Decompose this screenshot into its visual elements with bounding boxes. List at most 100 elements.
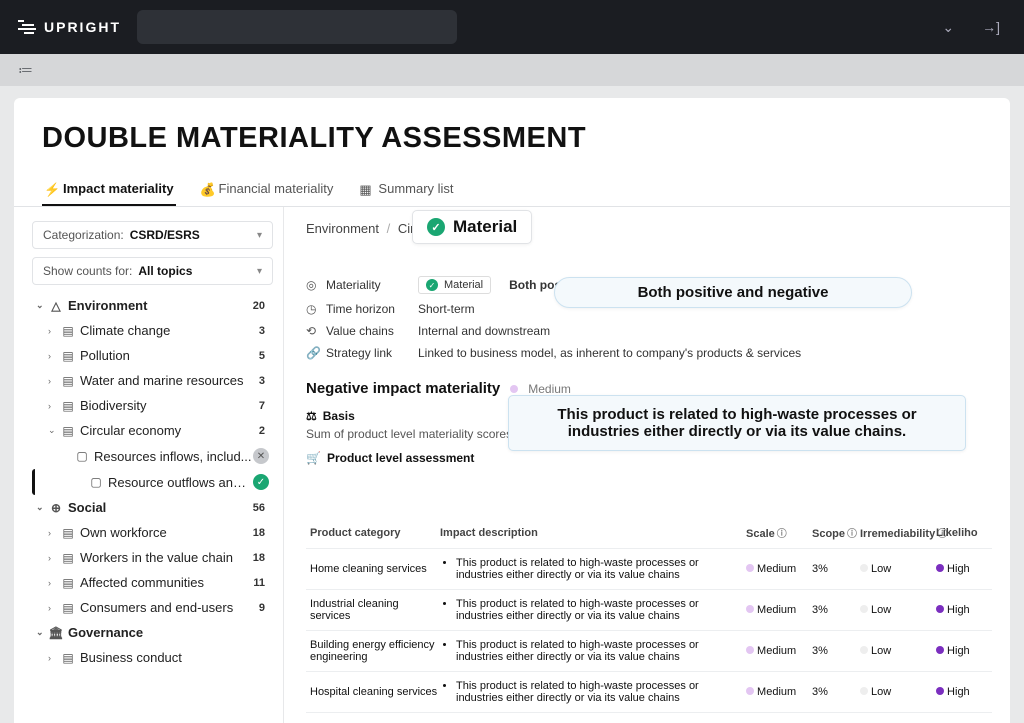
tab-impact-materiality[interactable]: ⚡ Impact materiality — [42, 173, 176, 206]
sidebar: Categorization: CSRD/ESRS ▾ Show counts … — [14, 207, 284, 723]
impact-table: Product category Impact description Scal… — [306, 517, 992, 713]
tree-item[interactable]: ⌄▤Circular economy2 — [32, 418, 273, 443]
meta-value-chains: ⟲Value chains Internal and downstream — [306, 320, 992, 342]
table-row[interactable]: Industrial cleaning servicesThis product… — [306, 590, 992, 631]
callout-material-label: Material — [453, 217, 517, 237]
tree-item[interactable]: ›▤Own workforce18 — [32, 520, 273, 545]
cart-icon: 🛒 — [306, 451, 321, 465]
link-icon: 🔗 — [306, 346, 320, 360]
tree-item[interactable]: ›▤Consumers and end-users9 — [32, 595, 273, 620]
material-pill: ✓Material — [418, 276, 491, 294]
neg-level: Medium — [528, 382, 571, 396]
col-header-description[interactable]: Impact description — [440, 527, 746, 539]
level-dot-icon — [860, 687, 868, 695]
doc-icon: ▤ — [60, 374, 76, 388]
meta-label: Strategy link — [326, 346, 392, 360]
col-header-scale[interactable]: Scale — [746, 528, 775, 540]
tree-item[interactable]: ›▤Pollution5 — [32, 343, 273, 368]
show-counts-value: All topics — [138, 264, 192, 278]
tree-count: 3 — [255, 375, 269, 387]
table-row[interactable]: Building energy efficiency engineeringTh… — [306, 631, 992, 672]
expand-icon[interactable]: › — [48, 603, 60, 613]
table-row[interactable]: Home cleaning servicesThis product is re… — [306, 549, 992, 590]
tree-item[interactable]: ›▤Business conduct — [32, 645, 273, 670]
info-icon[interactable]: ⓘ — [847, 529, 857, 540]
cell-category: Building energy efficiency engineering — [310, 639, 440, 663]
tree-label: Water and marine resources — [80, 373, 255, 388]
tree-item[interactable]: ▢Resource outflows and w...✓ — [32, 469, 273, 495]
tree-item[interactable]: ›▤Workers in the value chain18 — [32, 545, 273, 570]
table-row[interactable]: Hospital cleaning servicesThis product i… — [306, 672, 992, 713]
check-icon: ✓ — [427, 218, 445, 236]
cell-likelihood: High — [936, 645, 988, 657]
expand-icon[interactable]: ⌄ — [36, 502, 48, 513]
level-dot-icon — [936, 646, 944, 654]
doc-icon: ▤ — [60, 349, 76, 363]
tree-label: Resources inflows, includ... — [94, 449, 253, 464]
col-header-scope[interactable]: Scope — [812, 528, 845, 540]
login-icon[interactable]: →] — [976, 15, 1006, 39]
level-dot-icon — [746, 687, 754, 695]
page-icon: ▢ — [88, 475, 104, 489]
meta-strategy-link: 🔗Strategy link Linked to business model,… — [306, 342, 992, 364]
tree-item[interactable]: ⌄⊕Social56 — [32, 495, 273, 520]
level-dot-icon — [860, 646, 868, 654]
categorization-value: CSRD/ESRS — [130, 228, 200, 242]
expand-icon[interactable]: › — [48, 326, 60, 336]
col-header-likelihood[interactable]: Likeliho — [936, 527, 978, 539]
col-header-category[interactable]: Product category — [310, 527, 440, 539]
tree-count: 9 — [255, 602, 269, 614]
search-input[interactable] — [137, 10, 457, 44]
logo[interactable]: UPRIGHT — [18, 19, 121, 35]
breadcrumb-item[interactable]: Environment — [306, 221, 379, 236]
table-header: Product category Impact description Scal… — [306, 517, 992, 549]
meta-label: Time horizon — [326, 302, 395, 316]
tree-item[interactable]: ›▤ Water and marine resources3 — [32, 368, 273, 393]
globe-icon: ⊕ — [48, 501, 64, 515]
tab-label: Summary list — [378, 181, 453, 196]
cell-scope: 3% — [812, 645, 860, 657]
expand-icon[interactable]: › — [48, 553, 60, 563]
doc-icon: ▤ — [60, 399, 76, 413]
cell-likelihood: High — [936, 563, 988, 575]
expand-icon[interactable]: › — [48, 653, 60, 663]
expand-icon[interactable]: ⌄ — [48, 425, 60, 436]
list-icon[interactable]: ≔ — [18, 61, 33, 79]
cell-irremediability: Low — [860, 686, 936, 698]
expand-icon[interactable]: › — [48, 578, 60, 588]
tree-item[interactable]: ›▤Affected communities11 — [32, 570, 273, 595]
expand-icon[interactable]: › — [48, 401, 60, 411]
level-dot-icon — [746, 605, 754, 613]
tree-item[interactable]: ▢Resources inflows, includ...✕ — [32, 443, 273, 469]
topbar: UPRIGHT ⌄ →] — [0, 0, 1024, 54]
dropdown-icon[interactable]: ⌄ — [936, 15, 960, 40]
summary-icon: ▦ — [359, 182, 372, 195]
tab-summary-list[interactable]: ▦ Summary list — [357, 173, 455, 206]
expand-icon[interactable]: › — [48, 376, 60, 386]
cell-category: Home cleaning services — [310, 563, 440, 575]
callout-both-pos-neg: Both positive and negative — [554, 277, 912, 308]
categorization-select[interactable]: Categorization: CSRD/ESRS ▾ — [32, 221, 273, 249]
tab-financial-materiality[interactable]: 💰 Financial materiality — [198, 173, 336, 206]
tree-item[interactable]: ⌄🏛Governance — [32, 620, 273, 645]
check-icon: ✓ — [253, 474, 269, 490]
cell-scale: Medium — [746, 563, 812, 575]
expand-icon[interactable]: › — [48, 528, 60, 538]
doc-icon: ▤ — [60, 551, 76, 565]
info-icon[interactable]: ⓘ — [777, 529, 787, 540]
cell-scale: Medium — [746, 645, 812, 657]
tree-item[interactable]: ›▤Biodiversity7 — [32, 393, 273, 418]
tree-label: Circular economy — [80, 423, 255, 438]
product-level-label: Product level assessment — [327, 451, 474, 465]
tab-label: Financial materiality — [219, 181, 334, 196]
col-header-irremediability[interactable]: Irremediability — [860, 528, 935, 540]
show-counts-select[interactable]: Show counts for: All topics ▾ — [32, 257, 273, 285]
tree-item[interactable]: ⌄△Environment20 — [32, 293, 273, 318]
doc-icon: ▤ — [60, 526, 76, 540]
expand-icon[interactable]: ⌄ — [36, 627, 48, 638]
callout-material: ✓ Material — [412, 210, 532, 244]
tree-count: 5 — [255, 350, 269, 362]
expand-icon[interactable]: ⌄ — [36, 300, 48, 311]
expand-icon[interactable]: › — [48, 351, 60, 361]
tree-item[interactable]: ›▤Climate change3 — [32, 318, 273, 343]
